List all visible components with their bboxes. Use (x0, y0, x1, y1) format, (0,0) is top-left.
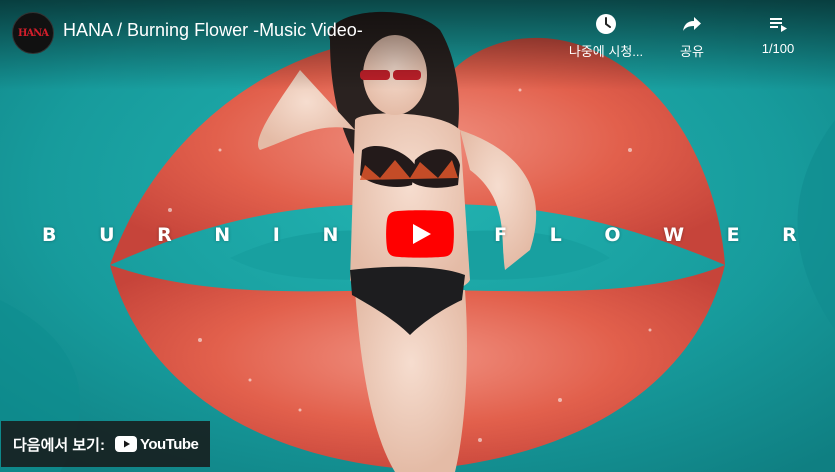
overlay-letter: R (782, 224, 797, 246)
watch-later-label: 나중에 시청... (568, 44, 644, 59)
top-actions: 나중에 시청... 공유 1/100 (563, 12, 821, 60)
overlay-letter: B (42, 224, 57, 246)
video-title[interactable]: HANA / Burning Flower -Music Video- (63, 20, 363, 41)
overlay-letter: E (726, 224, 740, 246)
share-label: 공유 (680, 44, 704, 59)
watch-on-label: 다음에서 보기: (13, 436, 105, 454)
channel-avatar-text: HANA (17, 27, 49, 39)
video-player[interactable]: HANA HANA / Burning Flower -Music Video-… (0, 0, 835, 472)
play-button[interactable] (386, 210, 454, 258)
watch-on-youtube-button[interactable]: 다음에서 보기: YouTube (1, 421, 211, 467)
overlay-letter: L (549, 224, 562, 246)
watch-later-button[interactable]: 나중에 시청... (563, 12, 649, 60)
overlay-letter: N (214, 224, 231, 246)
overlay-letter: I (272, 224, 280, 246)
playlist-button[interactable]: 1/100 (735, 12, 821, 60)
overlay-letter: W (663, 224, 685, 246)
youtube-logo-text: YouTube (139, 435, 199, 453)
channel-avatar[interactable]: HANA (12, 12, 54, 54)
overlay-letter: N (322, 224, 339, 246)
clock-icon (596, 14, 616, 34)
share-arrow-icon (683, 17, 701, 31)
share-button[interactable]: 공유 (649, 12, 735, 60)
overlay-letter: F (494, 224, 508, 246)
playlist-icon (770, 18, 787, 32)
youtube-logo: YouTube (114, 435, 199, 453)
youtube-play-icon (114, 436, 137, 452)
overlay-letter: O (604, 224, 621, 246)
overlay-letter: R (157, 224, 172, 246)
overlay-letter: U (99, 224, 115, 246)
playlist-position: 1/100 (761, 41, 795, 56)
